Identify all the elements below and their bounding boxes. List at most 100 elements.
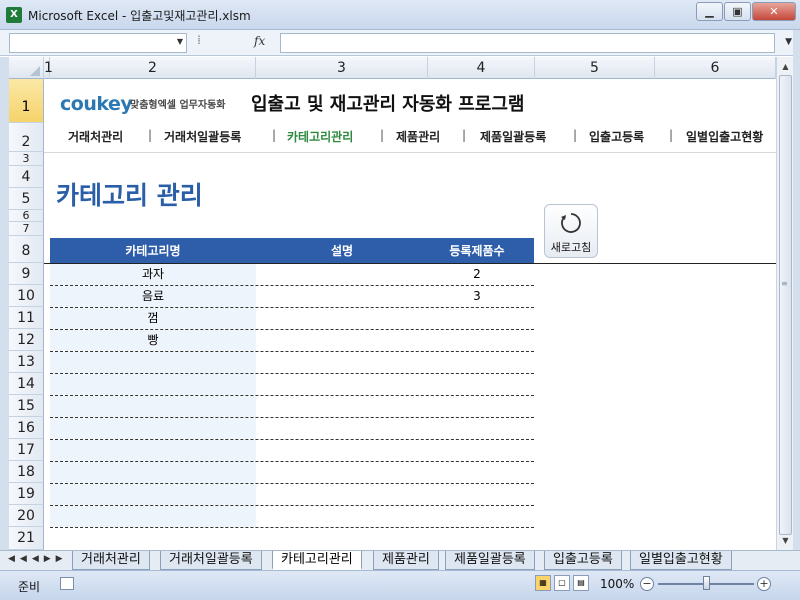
formula-input[interactable] — [280, 33, 775, 53]
sheet-tab[interactable]: 거래처관리 — [72, 551, 150, 570]
row-header[interactable]: 16 — [9, 417, 44, 439]
column-header[interactable]: 2 — [50, 57, 256, 79]
macro-record-icon[interactable] — [60, 577, 74, 590]
minimize-button[interactable]: ▁ — [696, 2, 723, 21]
category-name-cell[interactable]: 음료 — [50, 286, 256, 307]
zoom-out-icon[interactable]: − — [640, 577, 654, 591]
nav-item-inout[interactable]: 입출고등록 — [589, 128, 644, 145]
close-button[interactable]: ✕ — [752, 2, 796, 21]
scroll-thumb[interactable] — [779, 75, 792, 535]
table-row[interactable] — [50, 374, 534, 396]
column-header[interactable]: 6 — [655, 57, 776, 79]
row-header[interactable]: 7 — [9, 222, 44, 236]
product-count-cell[interactable] — [420, 506, 534, 527]
category-name-cell[interactable] — [50, 462, 256, 483]
table-row[interactable] — [50, 352, 534, 374]
normal-view-icon[interactable]: ▦ — [535, 575, 551, 591]
sheet-tab[interactable]: 일별입출고현황 — [630, 551, 732, 570]
row-header[interactable]: 18 — [9, 461, 44, 483]
row-header[interactable]: 4 — [9, 166, 44, 188]
row-header[interactable]: 9 — [9, 263, 44, 285]
row-header[interactable]: 11 — [9, 307, 44, 329]
row-header[interactable]: 3 — [9, 152, 44, 166]
category-name-cell[interactable]: 과자 — [50, 264, 256, 285]
category-name-cell[interactable] — [50, 352, 256, 373]
nav-item-client[interactable]: 거래처관리 — [68, 128, 123, 145]
refresh-button[interactable]: 새로고침 — [544, 204, 598, 258]
table-row[interactable]: 음료 3 — [50, 286, 534, 308]
name-box[interactable]: ▼ — [9, 33, 187, 53]
column-header[interactable]: 3 — [256, 57, 428, 79]
table-row[interactable]: 빵 — [50, 330, 534, 352]
row-header[interactable]: 19 — [9, 483, 44, 505]
row-header[interactable]: 14 — [9, 373, 44, 395]
row-header[interactable]: 20 — [9, 505, 44, 527]
column-header[interactable]: 4 — [428, 57, 535, 79]
product-count-cell[interactable] — [420, 352, 534, 373]
scroll-down-icon[interactable]: ▼ — [778, 533, 793, 548]
table-row[interactable] — [50, 462, 534, 484]
zoom-in-icon[interactable]: + — [757, 577, 771, 591]
zoom-slider-thumb[interactable] — [703, 576, 710, 590]
table-row[interactable]: 껌 — [50, 308, 534, 330]
sheet-tab[interactable]: 입출고등록 — [544, 551, 622, 570]
vertical-scrollbar[interactable]: ▲ ≡ ▼ — [776, 57, 793, 550]
product-count-cell[interactable] — [420, 484, 534, 505]
tab-scroll-icons[interactable]: ◀◀◀▶▶ — [8, 554, 68, 564]
zoom-level[interactable]: 100% — [600, 577, 634, 591]
column-header[interactable]: 5 — [535, 57, 655, 79]
nav-item-product[interactable]: 제품관리 — [396, 128, 440, 145]
chevron-down-icon[interactable]: ▼ — [177, 37, 183, 46]
product-count-cell[interactable] — [420, 396, 534, 417]
row-header[interactable]: 10 — [9, 285, 44, 307]
nav-item-category[interactable]: 카테고리관리 — [287, 128, 353, 145]
row-header[interactable]: 13 — [9, 351, 44, 373]
product-count-cell[interactable] — [420, 308, 534, 329]
scroll-up-icon[interactable]: ▲ — [778, 59, 793, 74]
category-name-cell[interactable] — [50, 374, 256, 395]
category-name-cell[interactable] — [50, 418, 256, 439]
table-row[interactable] — [50, 396, 534, 418]
row-header[interactable]: 2 — [9, 123, 44, 152]
row-header[interactable]: 17 — [9, 439, 44, 461]
category-name-cell[interactable] — [50, 396, 256, 417]
sheet-tab[interactable]: 제품관리 — [373, 551, 439, 570]
sheet-tab[interactable]: 거래처일괄등록 — [160, 551, 262, 570]
nav-item-daily[interactable]: 일별입출고현황 — [686, 128, 763, 145]
category-name-cell[interactable]: 껌 — [50, 308, 256, 329]
product-count-cell[interactable]: 3 — [420, 286, 534, 307]
product-count-cell[interactable] — [420, 418, 534, 439]
product-count-cell[interactable]: 2 — [420, 264, 534, 285]
category-name-cell[interactable] — [50, 506, 256, 527]
row-header[interactable]: 1 — [9, 79, 44, 123]
product-count-cell[interactable] — [420, 374, 534, 395]
category-name-cell[interactable] — [50, 484, 256, 505]
table-row[interactable] — [50, 418, 534, 440]
row-header[interactable]: 6 — [9, 210, 44, 222]
formula-separator-icon: ⁞ — [197, 33, 201, 47]
nav-item-product-bulk[interactable]: 제품일괄등록 — [480, 128, 546, 145]
insert-function-button[interactable]: fx — [254, 34, 265, 48]
table-row[interactable]: 과자 2 — [50, 264, 534, 286]
table-row[interactable] — [50, 440, 534, 462]
row-header[interactable]: 15 — [9, 395, 44, 417]
sheet-tab-active[interactable]: 카테고리관리 — [272, 551, 362, 570]
row-header[interactable]: 12 — [9, 329, 44, 351]
table-row[interactable] — [50, 484, 534, 506]
product-count-cell[interactable] — [420, 440, 534, 461]
row-header[interactable]: 8 — [9, 236, 44, 263]
expand-formula-icon[interactable]: ▼ — [785, 37, 792, 47]
select-all-corner[interactable] — [9, 57, 44, 79]
row-header[interactable]: 5 — [9, 188, 44, 210]
page-layout-view-icon[interactable]: ▢ — [554, 575, 570, 591]
category-name-cell[interactable]: 빵 — [50, 330, 256, 351]
category-name-cell[interactable] — [50, 440, 256, 461]
product-count-cell[interactable] — [420, 330, 534, 351]
nav-item-client-bulk[interactable]: 거래처일괄등록 — [164, 128, 241, 145]
table-row[interactable] — [50, 506, 534, 528]
sheet-tab[interactable]: 제품일괄등록 — [445, 551, 535, 570]
product-count-cell[interactable] — [420, 462, 534, 483]
page-break-view-icon[interactable]: ▤ — [573, 575, 589, 591]
row-header[interactable]: 21 — [9, 527, 44, 550]
restore-button[interactable]: ▣ — [724, 2, 751, 21]
